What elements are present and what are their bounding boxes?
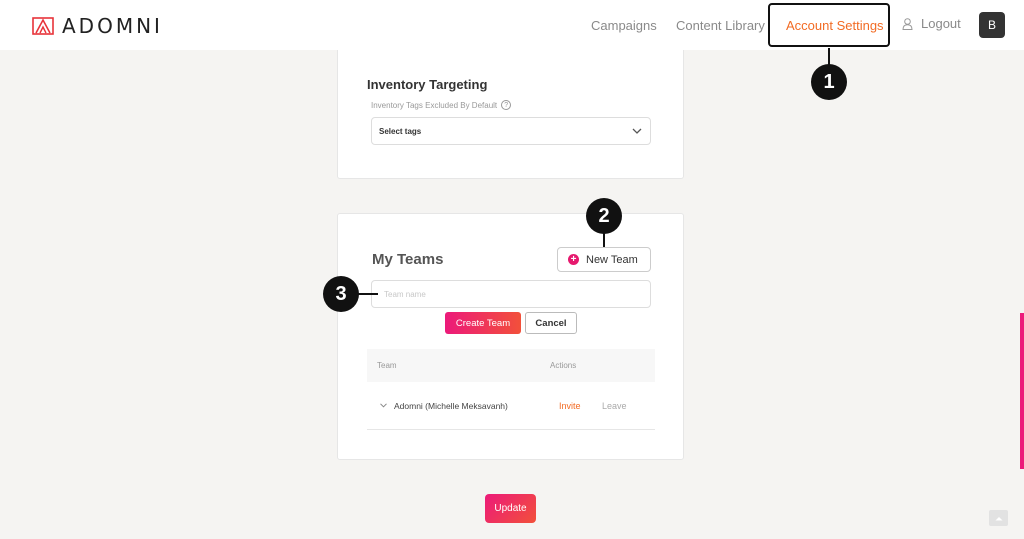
- nav-content-library[interactable]: Content Library: [676, 18, 765, 33]
- logo-text: ADOMNI: [62, 14, 163, 38]
- inventory-title: Inventory Targeting: [367, 77, 488, 92]
- team-name-input[interactable]: [371, 280, 651, 308]
- scrollbar-accent[interactable]: [1020, 313, 1024, 469]
- nav-campaigns[interactable]: Campaigns: [591, 18, 657, 33]
- team-name: Adomni (Michelle Meksavanh): [394, 401, 508, 411]
- callout-2: 2: [586, 198, 622, 234]
- select-tags-value: Select tags: [379, 127, 422, 136]
- column-header-actions: Actions: [550, 361, 577, 370]
- question-circle-icon[interactable]: ?: [501, 100, 512, 110]
- inventory-subtitle-text: Inventory Tags Excluded By Default: [371, 100, 498, 110]
- scroll-to-top-button[interactable]: [989, 510, 1008, 526]
- cancel-button[interactable]: Cancel: [525, 312, 577, 334]
- my-teams-title: My Teams: [372, 251, 444, 268]
- avatar[interactable]: B: [979, 12, 1005, 38]
- leave-link[interactable]: Leave: [602, 401, 627, 411]
- chevron-down-icon: [632, 128, 642, 134]
- callout-1: 1: [811, 64, 847, 100]
- inventory-subtitle: Inventory Tags Excluded By Default ?: [371, 100, 512, 110]
- teams-table-header: Team Actions: [367, 349, 655, 382]
- nav-logout[interactable]: Logout: [902, 16, 961, 31]
- annotation-highlight-box: [768, 3, 890, 47]
- select-tags-dropdown[interactable]: Select tags: [371, 117, 651, 145]
- user-icon: [902, 17, 913, 30]
- callout-3: 3: [323, 276, 359, 312]
- adomni-logo[interactable]: ADOMNI: [32, 14, 163, 38]
- invite-link[interactable]: Invite: [559, 401, 581, 411]
- column-header-team: Team: [377, 361, 397, 370]
- update-button[interactable]: Update: [485, 494, 536, 523]
- my-teams-card: My Teams + New Team Create Team Cancel T…: [337, 213, 684, 460]
- new-team-button[interactable]: + New Team: [557, 247, 651, 272]
- chevron-up-icon: [995, 516, 1002, 520]
- callout-3-connector: [358, 293, 378, 295]
- logout-label: Logout: [921, 16, 961, 31]
- adomni-logo-icon: [32, 17, 54, 35]
- create-team-button[interactable]: Create Team: [445, 312, 521, 334]
- table-row: Adomni (Michelle Meksavanh) Invite Leave: [367, 382, 655, 430]
- chevron-down-icon[interactable]: [380, 403, 387, 408]
- plus-circle-icon: +: [568, 254, 579, 265]
- callout-1-connector: [828, 48, 830, 65]
- callout-2-connector: [603, 233, 605, 247]
- inventory-targeting-card: Inventory Targeting Inventory Tags Exclu…: [337, 50, 684, 179]
- new-team-label: New Team: [586, 253, 638, 266]
